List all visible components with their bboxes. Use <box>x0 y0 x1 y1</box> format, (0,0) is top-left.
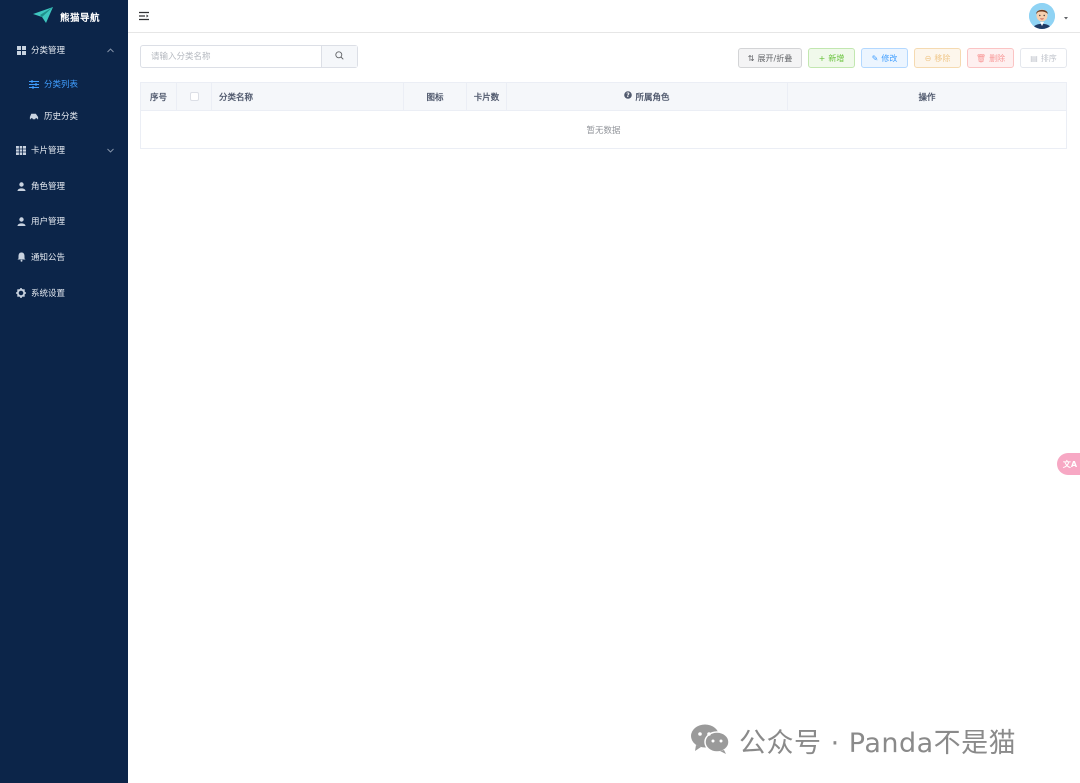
chevron-down-icon <box>107 146 114 156</box>
grid-icon <box>16 45 26 55</box>
watermark: 公众号 · Panda不是猫 <box>689 722 1017 759</box>
table-header: 序号 分类名称 图标 卡片数 ? 所属角色 操作 <box>141 83 1066 111</box>
sidebar-item-label: 分类管理 <box>31 46 66 56</box>
wechat-icon <box>689 723 731 758</box>
translate-float-button[interactable]: 文A <box>1057 453 1080 475</box>
sidebar-item-label: 通知公告 <box>31 253 66 263</box>
sidebar-item-label: 分类列表 <box>44 80 79 90</box>
sidebar: 熊猫导航 分类管理 分类列表 历史分类 卡片管理 角色管理 用户管理 通知公告 … <box>0 0 128 783</box>
car-icon <box>29 111 39 121</box>
sidebar-item-history-category[interactable]: 历史分类 <box>0 101 128 131</box>
user-icon <box>16 216 26 226</box>
svg-text:?: ? <box>627 92 631 99</box>
question-circle-icon: ? <box>624 91 633 102</box>
search-icon <box>335 50 344 63</box>
sidebar-item-user-management[interactable]: 用户管理 <box>0 206 128 236</box>
delete-button[interactable]: 🗑 删除 <box>967 48 1014 68</box>
sidebar-item-role-management[interactable]: 角色管理 <box>0 171 128 201</box>
select-all-checkbox[interactable] <box>189 92 199 101</box>
empty-text: 暂无数据 <box>586 125 621 136</box>
chevron-up-icon <box>107 46 114 56</box>
search-button[interactable] <box>321 46 357 67</box>
watermark-text: 公众号 · Panda不是猫 <box>739 727 1017 759</box>
search-box <box>140 45 358 68</box>
column-header-card-count: 卡片数 <box>467 83 507 110</box>
search-input[interactable] <box>141 46 322 67</box>
column-header-role: ? 所属角色 <box>507 83 788 110</box>
sidebar-item-label: 角色管理 <box>31 182 66 192</box>
edit-button[interactable]: ✎ 修改 <box>861 48 908 68</box>
avatar[interactable] <box>1029 3 1055 29</box>
user-icon <box>16 181 26 191</box>
trash-icon: 🗑 <box>975 53 987 63</box>
column-header-icon: 图标 <box>404 83 467 110</box>
column-header-index: 序号 <box>141 83 177 110</box>
remove-button[interactable]: ⊖ 移除 <box>914 48 961 68</box>
expand-collapse-button[interactable]: ⇅ 展开/折叠 <box>738 48 802 68</box>
sidebar-item-label: 历史分类 <box>44 112 79 122</box>
top-header <box>128 0 1080 33</box>
sidebar-item-category-management[interactable]: 分类管理 <box>0 35 128 65</box>
translate-icon: 文A <box>1062 459 1078 469</box>
sidebar-item-label: 卡片管理 <box>31 146 66 156</box>
sidebar-item-label: 系统设置 <box>31 289 66 299</box>
column-header-select <box>177 83 212 110</box>
column-header-name: 分类名称 <box>212 83 404 110</box>
sort-arrows-icon: ⇅ <box>747 53 755 63</box>
gear-icon <box>16 288 26 298</box>
menu-fold-icon[interactable] <box>138 10 150 22</box>
category-table: 序号 分类名称 图标 卡片数 ? 所属角色 操作 暂无数据 <box>140 82 1067 149</box>
minus-circle-icon: ⊖ <box>924 53 932 63</box>
paper-plane-icon <box>32 6 54 27</box>
sidebar-item-notice[interactable]: 通知公告 <box>0 242 128 272</box>
column-header-actions: 操作 <box>918 92 936 103</box>
sidebar-item-label: 用户管理 <box>31 217 66 227</box>
plus-icon: + <box>818 53 826 63</box>
logo-text: 熊猫导航 <box>60 12 101 24</box>
add-button[interactable]: + 新增 <box>808 48 855 68</box>
caret-down-icon[interactable] <box>1062 14 1070 20</box>
table-icon <box>16 145 26 155</box>
logo[interactable]: 熊猫导航 <box>0 0 128 33</box>
sliders-icon <box>29 79 39 89</box>
sidebar-item-system-settings[interactable]: 系统设置 <box>0 278 128 308</box>
bell-icon <box>16 252 26 262</box>
edit-icon: ✎ <box>871 53 879 63</box>
sidebar-item-card-management[interactable]: 卡片管理 <box>0 135 128 165</box>
sidebar-item-category-list[interactable]: 分类列表 <box>0 69 128 99</box>
sort-icon: ▤ <box>1030 53 1038 63</box>
sort-button[interactable]: ▤ 排序 <box>1020 48 1067 68</box>
